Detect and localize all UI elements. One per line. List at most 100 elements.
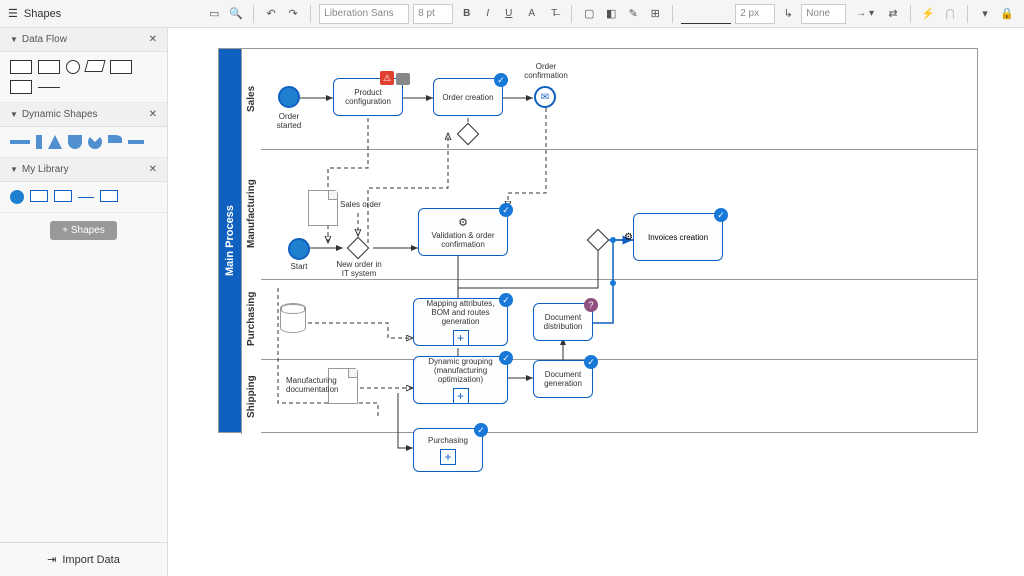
task-order-creation[interactable]: Order creation ✓ xyxy=(433,78,503,116)
check-icon: ✓ xyxy=(494,73,508,87)
event-start[interactable] xyxy=(288,238,310,260)
task-invoices-selected[interactable]: Invoices creation ✓ ⚙ xyxy=(633,213,723,261)
lib-rect2[interactable] xyxy=(54,190,72,202)
shape-circle[interactable] xyxy=(66,60,80,74)
sidebar: ▼Data Flow✕ ▼Dynamic Shapes✕ ▼My Library… xyxy=(0,28,168,576)
lib-rect1[interactable] xyxy=(30,190,48,202)
check-icon: ✓ xyxy=(499,293,513,307)
close-icon[interactable]: ✕ xyxy=(149,109,157,120)
lane-shipping: Shipping xyxy=(241,359,261,434)
expand-icon[interactable]: + xyxy=(453,330,469,346)
check-icon: ✓ xyxy=(474,423,488,437)
check-icon: ✓ xyxy=(714,208,728,222)
close-icon[interactable]: ✕ xyxy=(149,34,157,45)
shape-parallelogram[interactable] xyxy=(84,60,105,72)
shape-line[interactable] xyxy=(38,87,60,88)
import-data-button[interactable]: ⇥ Import Data xyxy=(0,542,167,576)
dyn-shape-2[interactable] xyxy=(36,135,42,149)
stroke-width-input[interactable] xyxy=(735,4,775,24)
add-shapes-button[interactable]: + Shapes xyxy=(50,221,117,240)
check-icon: ✓ xyxy=(499,203,513,217)
fill-color-icon[interactable]: ◧ xyxy=(602,5,620,23)
app-title-section: ☰ Shapes xyxy=(8,7,61,20)
arrow-end-select[interactable]: → ▾ xyxy=(850,4,880,24)
task-mapping[interactable]: Mapping attributes, BOM and routes gener… xyxy=(413,298,508,346)
data-store[interactable] xyxy=(280,303,306,333)
bold-button[interactable]: B xyxy=(457,4,476,24)
warning-badge[interactable]: ⚠ xyxy=(380,71,394,85)
lane-manufacturing: Manufacturing xyxy=(241,149,261,279)
lane-sales: Sales xyxy=(241,49,261,149)
dyn-shape-4[interactable] xyxy=(68,135,82,149)
swap-icon[interactable]: ⇄ xyxy=(884,5,902,23)
check-icon: ✓ xyxy=(499,351,513,365)
panel-data-flow-body xyxy=(0,52,167,103)
event-order-started[interactable] xyxy=(278,86,300,108)
panel-dynamic[interactable]: ▼Dynamic Shapes✕ xyxy=(0,103,167,127)
main-toolbar: ☰ Shapes ▭ 🔍 ↶ ↷ B I U A T̶ ▢ ◧ ✎ ⊞ ↳ → … xyxy=(0,0,1024,28)
connector-icon[interactable]: ↳ xyxy=(779,5,797,23)
dyn-shape-1[interactable] xyxy=(10,140,30,144)
clear-format-button[interactable]: T̶ xyxy=(545,4,563,24)
label-sales-order: Sales order xyxy=(340,200,400,209)
label-start: Start xyxy=(274,262,324,271)
dropdown-icon[interactable]: ▾ xyxy=(976,5,994,23)
label-mfg-doc: Manufacturing documentation xyxy=(286,376,336,394)
search-icon[interactable]: 🔍 xyxy=(227,5,245,23)
panel-dynamic-body xyxy=(0,127,167,158)
task-product-config[interactable]: Product configuration ⚠ xyxy=(333,78,403,116)
image-icon[interactable]: ▭ xyxy=(205,5,223,23)
dyn-shape-7[interactable] xyxy=(128,140,144,144)
redo-icon[interactable]: ↷ xyxy=(284,5,302,23)
panel-my-library-body xyxy=(0,182,167,213)
task-doc-dist[interactable]: Document distribution ? xyxy=(533,303,593,341)
canvas[interactable]: Client Main Process Sales Manufacturing … xyxy=(168,28,1024,576)
magnet-icon[interactable]: ⋂ xyxy=(941,5,959,23)
menu-icon[interactable]: ☰ xyxy=(8,7,18,20)
bolt-icon[interactable]: ⚡ xyxy=(919,5,937,23)
task-validation[interactable]: ⚙Validation & order confirmation ✓ xyxy=(418,208,508,256)
expand-icon[interactable]: + xyxy=(440,449,456,465)
task-doc-gen[interactable]: Document generation ✓ xyxy=(533,360,593,398)
help-badge[interactable]: ? xyxy=(584,298,598,312)
task-dynamic-group[interactable]: Dynamic grouping (manufacturing optimiza… xyxy=(413,356,508,404)
event-order-confirm[interactable]: ✉ xyxy=(534,86,556,108)
font-size-input[interactable] xyxy=(413,4,453,24)
app-title: Shapes xyxy=(24,8,61,20)
task-purchasing[interactable]: Purchasing+ ✓ xyxy=(413,428,483,472)
label-new-order: New order in IT system xyxy=(334,260,384,278)
expand-icon[interactable]: + xyxy=(453,388,469,404)
text-box-icon[interactable]: ⊞ xyxy=(646,5,664,23)
lane-purchasing: Purchasing xyxy=(241,279,261,359)
arrow-start-select[interactable] xyxy=(801,4,846,24)
bpmn-diagram[interactable]: Client Main Process Sales Manufacturing … xyxy=(218,48,998,568)
fill-icon[interactable]: ▢ xyxy=(580,5,598,23)
pen-icon[interactable]: ✎ xyxy=(624,5,642,23)
italic-button[interactable]: I xyxy=(480,4,495,24)
import-icon: ⇥ xyxy=(47,553,56,566)
pool-main-header: Main Process xyxy=(219,49,241,432)
close-icon[interactable]: ✕ xyxy=(149,164,157,175)
check-icon: ✓ xyxy=(584,355,598,369)
shape-rect4[interactable] xyxy=(10,80,32,94)
dyn-shape-6[interactable] xyxy=(108,135,122,143)
lib-line[interactable] xyxy=(78,197,94,198)
label-order-started: Order started xyxy=(264,112,314,130)
shape-rect[interactable] xyxy=(10,60,32,74)
lib-circle[interactable] xyxy=(10,190,24,204)
panel-my-library[interactable]: ▼My Library✕ xyxy=(0,158,167,182)
comment-badge[interactable] xyxy=(396,73,410,85)
panel-data-flow[interactable]: ▼Data Flow✕ xyxy=(0,28,167,52)
dyn-shape-3[interactable] xyxy=(48,135,62,149)
text-color-button[interactable]: A xyxy=(522,4,541,24)
font-select[interactable] xyxy=(319,4,409,24)
doc-sales-order[interactable] xyxy=(308,190,338,226)
shape-rect3[interactable] xyxy=(110,60,132,74)
dyn-shape-5[interactable] xyxy=(88,135,102,149)
line-style-select[interactable] xyxy=(681,4,731,24)
lib-rect3[interactable] xyxy=(100,190,118,202)
undo-icon[interactable]: ↶ xyxy=(262,5,280,23)
shape-rect2[interactable] xyxy=(38,60,60,74)
underline-button[interactable]: U xyxy=(499,4,518,24)
lock-icon[interactable]: 🔒 xyxy=(998,5,1016,23)
